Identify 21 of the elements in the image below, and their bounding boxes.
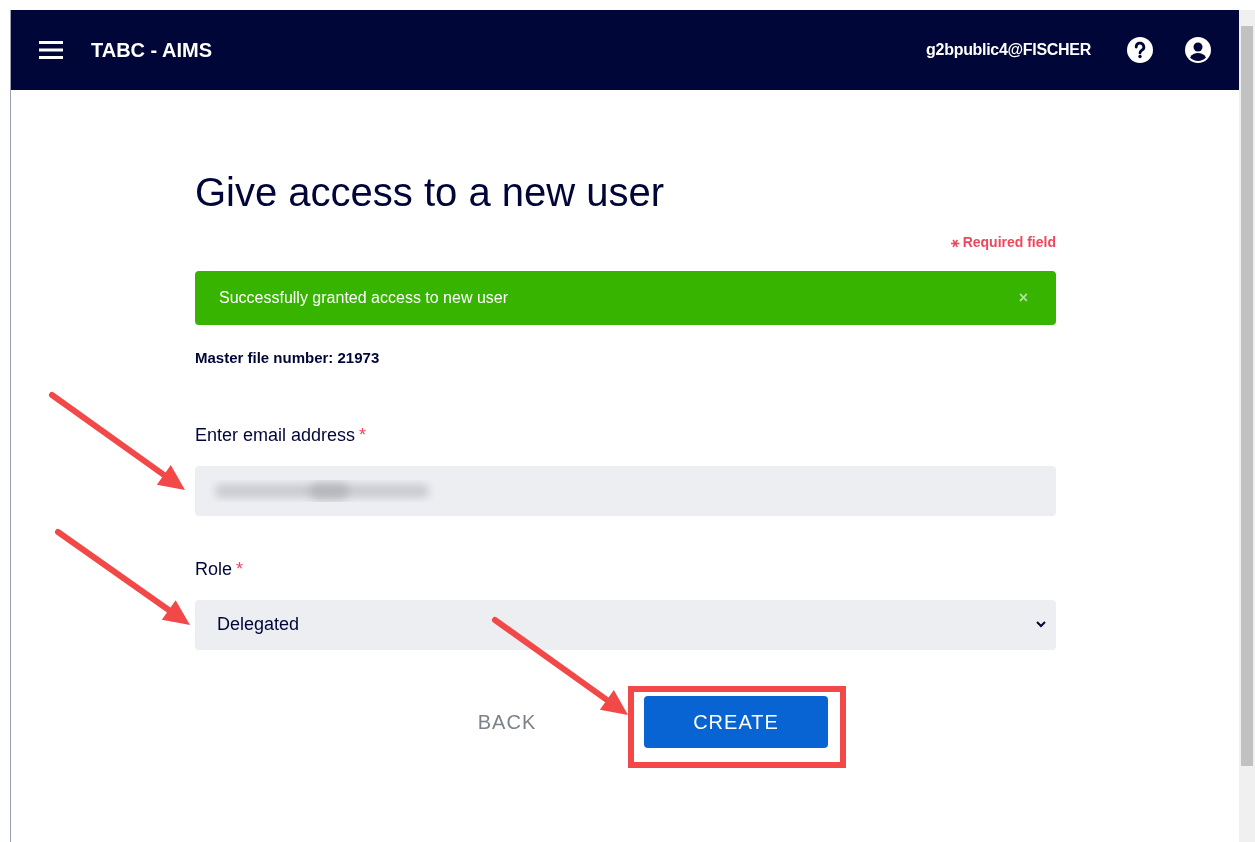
chevron-down-icon (1036, 621, 1046, 628)
required-asterisk: * (359, 423, 367, 447)
required-mark-icon: ⚹ (950, 232, 959, 253)
help-icon[interactable] (1127, 37, 1153, 63)
email-field[interactable] (195, 465, 1056, 516)
role-select[interactable]: Delegated (195, 599, 1056, 650)
page-title: Give access to a new user (195, 169, 666, 216)
required-note: Required field (962, 233, 1056, 252)
field-label: Role (195, 557, 233, 581)
scrollbar-thumb[interactable] (1241, 26, 1253, 766)
scrollbar[interactable] (1239, 10, 1255, 842)
field-label: Enter email address (195, 423, 356, 447)
alert-message: Successfully granted access to new user (219, 288, 510, 308)
menu-icon[interactable] (39, 40, 63, 60)
required-asterisk: * (236, 557, 244, 581)
app-title[interactable]: TABC - AIMS (91, 35, 213, 65)
account-icon[interactable] (1185, 37, 1211, 63)
user-name: g2bpublic4@FISCHER (926, 40, 1091, 60)
create-button[interactable]: CREATE (644, 695, 828, 748)
master-file-number: Master file number: 21973 (195, 348, 381, 368)
back-button[interactable]: BACK (457, 695, 557, 748)
